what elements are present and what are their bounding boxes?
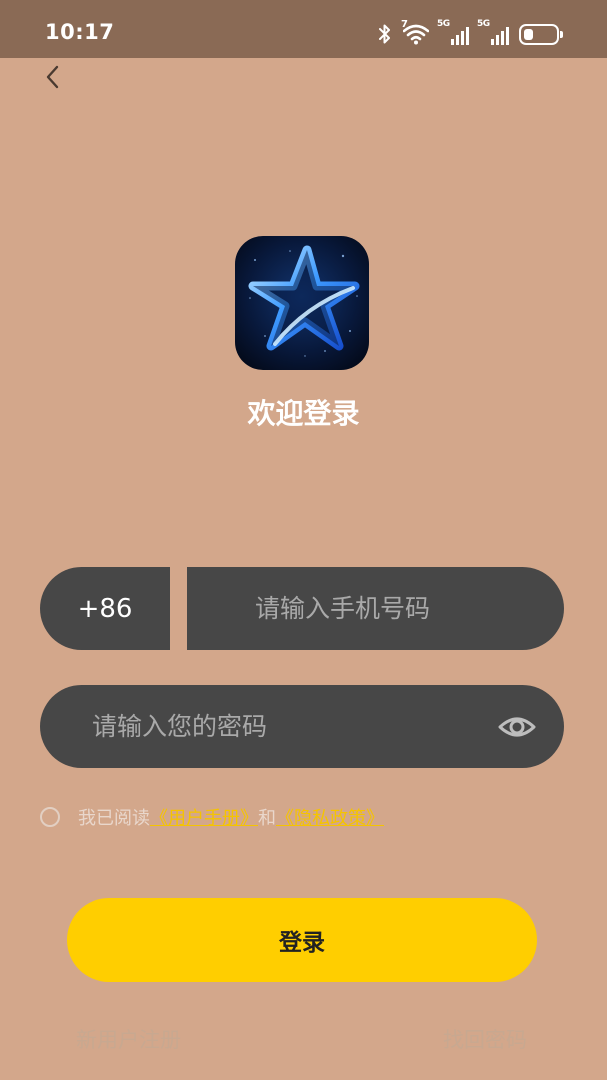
signal-icon: 5G bbox=[437, 19, 469, 45]
privacy-policy-link[interactable]: 《隐私政策》 bbox=[276, 804, 384, 830]
star-logo-icon bbox=[235, 236, 369, 370]
register-link[interactable]: 新用户注册 bbox=[76, 1024, 181, 1054]
network-type-label: 5G bbox=[477, 19, 490, 29]
phone-input[interactable] bbox=[187, 567, 564, 650]
bluetooth-icon bbox=[379, 24, 390, 44]
chevron-left-icon bbox=[46, 65, 59, 89]
password-input-container bbox=[40, 685, 564, 768]
signal-icon: 5G bbox=[477, 19, 509, 45]
status-icons: 7 5G 5G bbox=[377, 19, 563, 48]
back-button[interactable] bbox=[36, 60, 70, 94]
phone-input-container bbox=[187, 567, 564, 650]
password-input[interactable] bbox=[40, 685, 564, 768]
login-button[interactable]: 登录 bbox=[67, 898, 537, 982]
network-type-label: 5G bbox=[437, 19, 450, 29]
agreement-conjunction: 和 bbox=[258, 808, 276, 829]
status-bar: 10:17 7 5G 5G bbox=[0, 0, 607, 58]
agreement-prefix: 我已阅读 bbox=[78, 808, 150, 829]
welcome-title: 欢迎登录 bbox=[247, 397, 360, 430]
user-manual-link[interactable]: 《用户手册》 bbox=[150, 804, 258, 830]
wifi-icon: 7 bbox=[401, 19, 430, 45]
app-logo bbox=[235, 236, 369, 370]
agreement-checkbox[interactable] bbox=[40, 807, 60, 827]
country-code-selector[interactable]: +86 bbox=[40, 567, 170, 650]
battery-icon bbox=[519, 23, 563, 45]
agreement-row: 我已阅读 《用户手册》 和 《隐私政策》 bbox=[40, 804, 384, 830]
wifi-label: 7 bbox=[401, 19, 408, 30]
forgot-password-link[interactable]: 找回密码 bbox=[443, 1024, 527, 1054]
status-time: 10:17 bbox=[45, 20, 115, 44]
eye-icon[interactable] bbox=[498, 709, 536, 745]
